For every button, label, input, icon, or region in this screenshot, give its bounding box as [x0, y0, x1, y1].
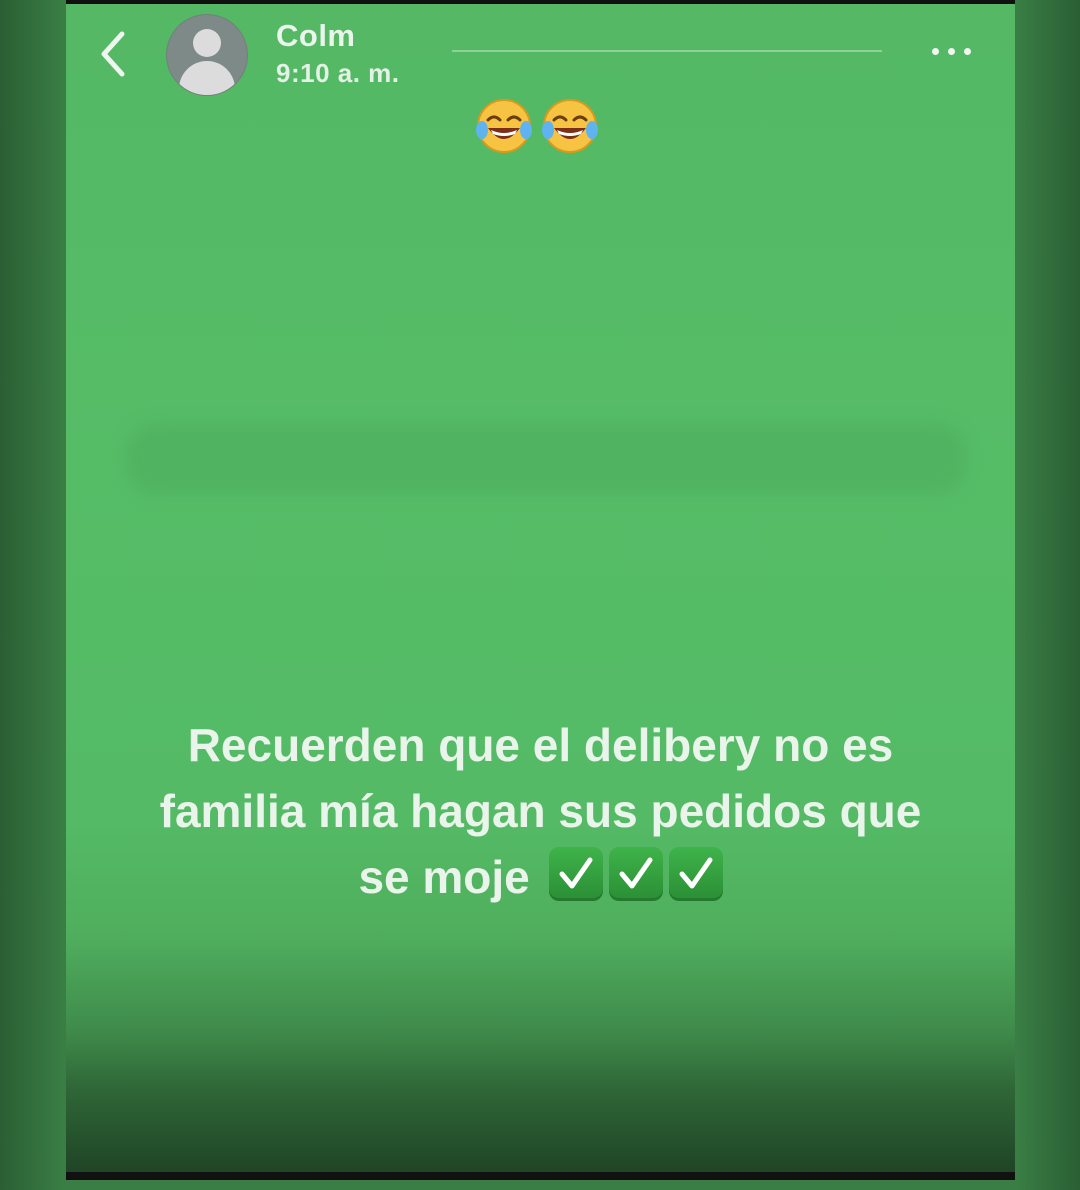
caption-line-1: Recuerden que el delibery no es [187, 719, 894, 771]
avatar[interactable] [166, 14, 248, 96]
avatar-head [193, 29, 221, 57]
faded-background-text [126, 424, 966, 494]
caption-line-2: familia mía hagan sus pedidos que [159, 785, 922, 837]
caption-line-3: se moje [358, 851, 530, 903]
emoji-row [474, 96, 614, 158]
tears-of-joy-icon [542, 99, 598, 153]
check-mark-icon [548, 847, 603, 901]
story-view[interactable]: Colm 9:10 a. m. Recuerden que el deliber… [66, 4, 1015, 1172]
ellipsis-dot [948, 48, 955, 55]
chevron-left-icon [101, 31, 125, 77]
ellipsis-dot [932, 48, 939, 55]
back-button[interactable] [94, 28, 134, 80]
bottom-border [66, 1172, 1015, 1180]
story-caption: Recuerden que el delibery no es familia … [66, 712, 1015, 910]
contact-name[interactable]: Colm [276, 18, 356, 54]
more-options-button[interactable] [932, 42, 988, 62]
avatar-body [179, 61, 235, 95]
tears-of-joy-icon [476, 99, 532, 153]
check-mark-icon [668, 847, 723, 901]
screenshot-frame: Colm 9:10 a. m. Recuerden que el deliber… [0, 0, 1080, 1190]
check-mark-icon [608, 847, 663, 901]
caption-line-3-wrapper: se moje [66, 844, 1015, 910]
ellipsis-dot [964, 48, 971, 55]
story-progress-bar [452, 50, 882, 52]
status-timestamp: 9:10 a. m. [276, 58, 400, 88]
